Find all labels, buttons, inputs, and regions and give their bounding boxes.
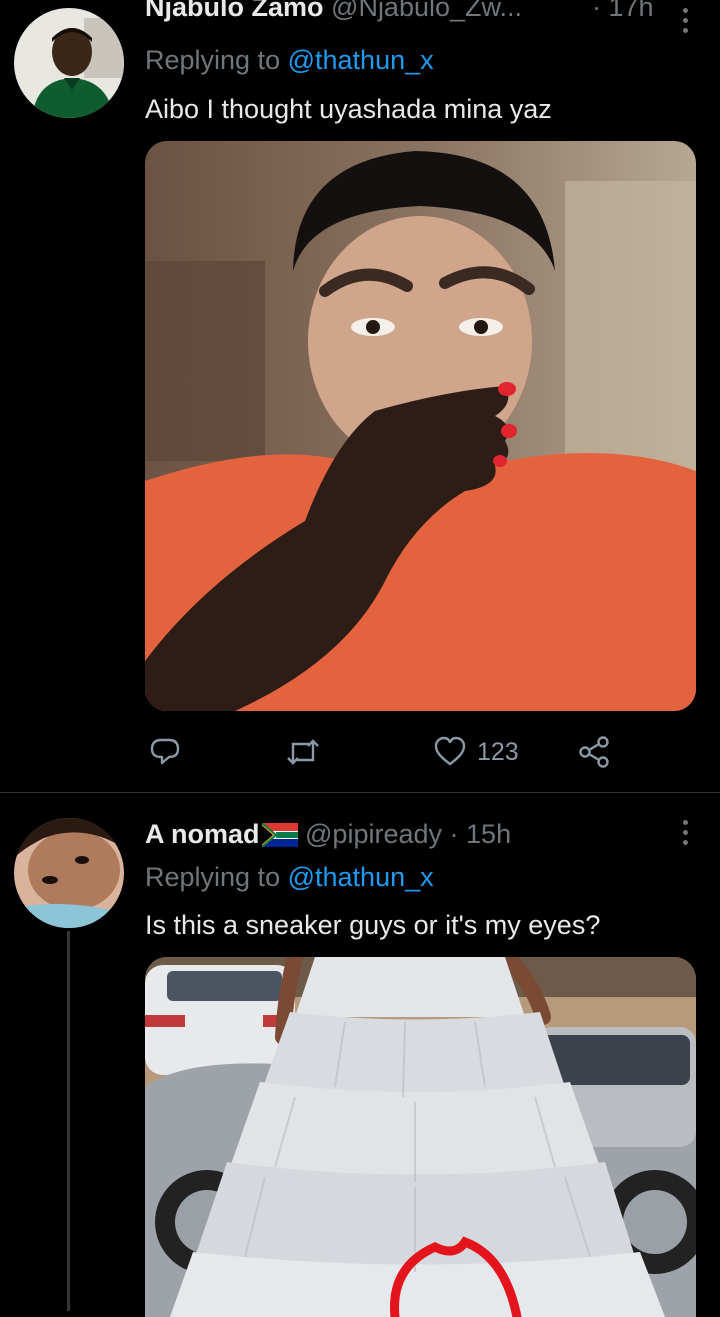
tweet-1[interactable]: Njabulo Zamo @Njabulo_Zw... · 17h Replyi… (0, 0, 720, 790)
tweet-2[interactable]: A nomad @pipiready · 15h Replying to @th… (0, 793, 720, 1317)
username[interactable]: @Njabulo_Zw... (331, 0, 522, 22)
tweet-header: Njabulo Zamo @Njabulo_Zw... (145, 0, 522, 23)
south-africa-flag-icon (261, 823, 298, 847)
username[interactable]: @pipiready (305, 819, 442, 849)
separator-dot: · (592, 0, 601, 22)
separator-dot: · (449, 819, 459, 849)
share-icon (579, 736, 609, 768)
reply-button[interactable] (148, 730, 192, 774)
replying-to-label: Replying to (145, 862, 281, 892)
replying-to-label: Replying to (145, 45, 281, 75)
tweet-text: Aibo I thought uyashada mina yaz (145, 94, 552, 124)
tweet-header: A nomad @pipiready · 15h (145, 819, 511, 850)
tweet-text: Is this a sneaker guys or it's my eyes? (145, 910, 601, 940)
tweet-media-image[interactable] (145, 957, 696, 1317)
tweet-media-image[interactable] (145, 141, 696, 711)
avatar-photo (14, 818, 124, 928)
reply-icon (150, 738, 180, 765)
more-vertical-icon[interactable] (680, 8, 690, 33)
photo-white-ruffled-dress (145, 957, 696, 1317)
share-button[interactable] (577, 730, 611, 774)
thread-line (67, 931, 70, 1311)
tweet-time-wrap: · 17h (592, 0, 654, 23)
replying-to-mention[interactable]: @thathun_x (288, 45, 434, 75)
like-count: 123 (477, 737, 519, 766)
avatar[interactable] (14, 818, 124, 928)
avatar-photo (14, 8, 124, 118)
timestamp[interactable]: 15h (466, 819, 511, 849)
tweet-actions: 123 (145, 730, 615, 774)
like-icon (434, 736, 466, 766)
timestamp[interactable]: 17h (609, 0, 654, 22)
display-name[interactable]: Njabulo Zamo (145, 0, 324, 22)
like-button[interactable]: 123 (433, 730, 519, 774)
avatar[interactable] (14, 8, 124, 118)
photo-woman-covering-mouth (145, 141, 696, 711)
replying-to-mention[interactable]: @thathun_x (288, 862, 434, 892)
replying-to: Replying to @thathun_x (145, 45, 434, 76)
retweet-button[interactable] (285, 730, 331, 774)
display-name[interactable]: A nomad (145, 819, 260, 849)
retweet-icon (287, 739, 319, 765)
more-vertical-icon[interactable] (680, 820, 690, 845)
replying-to: Replying to @thathun_x (145, 862, 434, 893)
